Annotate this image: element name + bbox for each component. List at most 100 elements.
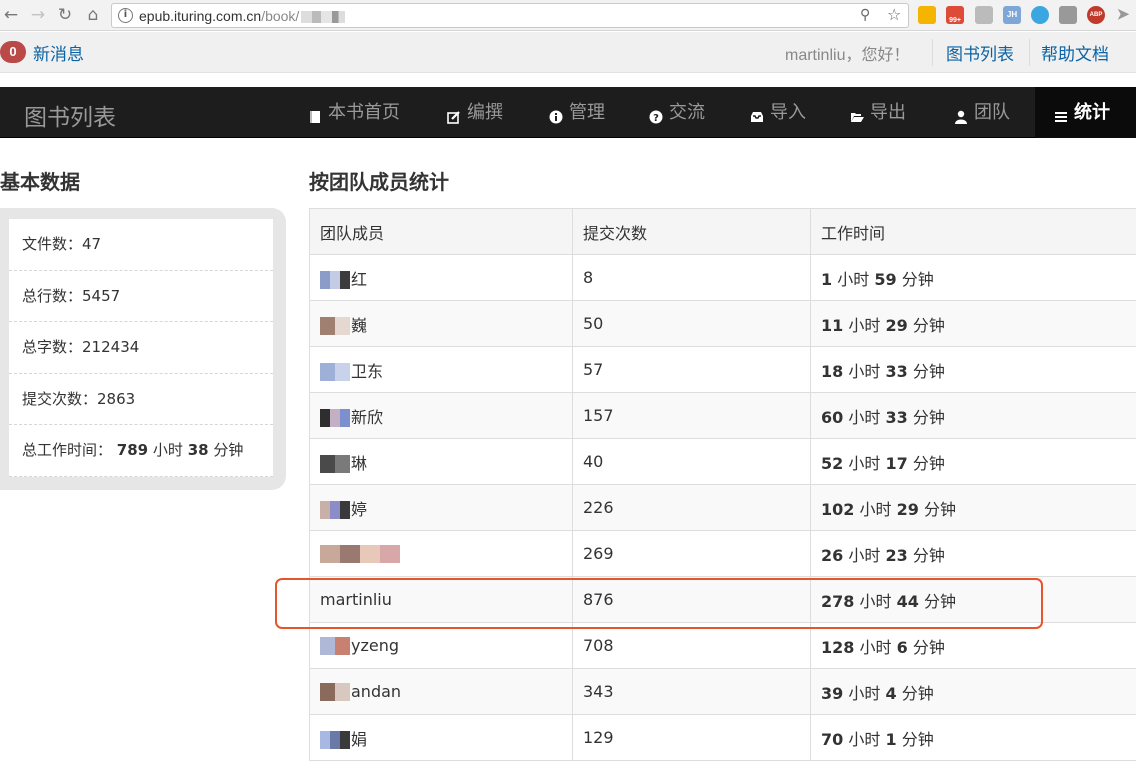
nav-stats[interactable]: 统计	[1035, 87, 1136, 138]
column-header: 团队成员	[309, 208, 573, 255]
commits-cell: 876	[572, 576, 811, 623]
redacted-name-blur	[320, 409, 350, 427]
table-row: 卫东 57 18 小时 33 分钟	[309, 346, 1136, 393]
help-docs-link[interactable]: 帮助文档	[1041, 40, 1109, 65]
member-cell: 娟	[309, 714, 573, 761]
commits-cell: 226	[572, 484, 811, 531]
basic-stats-list: 文件数：47 总行数：5457 总字数：212434 提交次数：2863 总工作…	[9, 219, 273, 477]
star-icon[interactable]: ☆	[887, 5, 901, 24]
arrow-left-icon[interactable]: ←	[0, 4, 22, 26]
nav-export[interactable]: 导出	[850, 87, 906, 138]
nav-label: 团队	[974, 102, 1010, 123]
zoom-icon[interactable]: ⚲	[860, 7, 870, 23]
member-cell: andan	[309, 668, 573, 715]
user-greeting: martinliu，您好！	[785, 47, 910, 64]
nav-team[interactable]: 团队	[954, 87, 1010, 138]
member-cell: martinliu	[309, 576, 573, 623]
member-cell: 红	[309, 254, 573, 301]
url-redacted	[301, 11, 346, 24]
user-icon	[954, 110, 968, 124]
worktime-cell: 1 小时 59 分钟	[810, 254, 1136, 301]
member-name: andan	[351, 681, 402, 701]
extension-icon[interactable]	[1059, 6, 1077, 24]
extension-icon[interactable]	[975, 6, 993, 24]
extension-jh-icon[interactable]: JH	[1003, 6, 1021, 24]
commits-cell: 708	[572, 622, 811, 669]
worktime-cell: 11 小时 29 分钟	[810, 300, 1136, 347]
nav-discuss[interactable]: ? 交流	[649, 87, 705, 138]
stat-worktime: 总工作时间： 789 小时 38 分钟	[9, 425, 273, 477]
folder-open-icon	[850, 110, 864, 124]
member-name: 新欣	[351, 407, 384, 427]
column-header: 工作时间	[810, 208, 1136, 255]
table-row: 新欣 157 60 小时 33 分钟	[309, 392, 1136, 439]
worktime-cell: 26 小时 23 分钟	[810, 530, 1136, 577]
member-name: 巍	[351, 315, 368, 335]
book-list-link[interactable]: 图书列表	[946, 40, 1014, 65]
nav-manage[interactable]: 管理	[549, 87, 605, 138]
address-bar[interactable]: i epub.ituring.com.cn/book/ ⚲ ☆	[111, 3, 909, 28]
redacted-name-blur	[320, 545, 400, 564]
nav-label: 交流	[669, 102, 705, 123]
member-name: martinliu	[320, 590, 392, 609]
redacted-name-blur	[320, 317, 350, 335]
commits-cell: 157	[572, 392, 811, 439]
extension-icon[interactable]	[918, 6, 936, 24]
member-cell: 琳	[309, 438, 573, 485]
arrow-right-icon[interactable]: →	[27, 4, 49, 26]
redacted-name-blur	[320, 637, 350, 656]
team-stats-table: 团队成员 提交次数 工作时间 红 81 小时 59 分钟巍 50 11 小时 29 分…	[309, 208, 1136, 761]
basic-data-title: 基本数据	[0, 170, 80, 194]
messages-link[interactable]: 新消息	[33, 40, 84, 65]
member-cell: 巍	[309, 300, 573, 347]
message-count-badge[interactable]: 0	[0, 41, 26, 63]
divider	[932, 39, 933, 66]
member-name: 琳	[351, 453, 368, 473]
nav-book-home[interactable]: 本书首页	[308, 87, 400, 138]
member-name: yzeng	[351, 635, 400, 655]
svg-text:?: ?	[653, 113, 659, 124]
adblock-icon[interactable]: ABP	[1087, 6, 1105, 24]
brand-link[interactable]: 图书列表	[24, 98, 116, 132]
nav-label: 统计	[1074, 102, 1110, 123]
commits-cell: 57	[572, 346, 811, 393]
divider	[1029, 39, 1030, 66]
table-header-row: 团队成员 提交次数 工作时间	[309, 208, 1136, 255]
extension-icon[interactable]	[1031, 6, 1049, 24]
stat-lines: 总行数：5457	[9, 271, 273, 323]
nav-label: 编撰	[467, 102, 503, 123]
browser-toolbar: ← → ↻ ⌂ i epub.ituring.com.cn/book/ ⚲ ☆ …	[0, 0, 1136, 31]
nav-import[interactable]: 导入	[750, 87, 806, 138]
nav-label: 导出	[870, 102, 906, 123]
home-icon[interactable]: ⌂	[82, 4, 104, 26]
table-row: 娟 129 70 小时 1 分钟	[309, 714, 1136, 761]
member-cell: 卫东	[309, 346, 573, 393]
member-name: 婷	[351, 499, 368, 519]
reload-icon[interactable]: ↻	[54, 4, 76, 26]
info-icon[interactable]: i	[118, 8, 133, 23]
worktime-cell: 70 小时 1 分钟	[810, 714, 1136, 761]
url-path: /book/	[261, 8, 300, 24]
member-name: 娟	[351, 729, 368, 749]
stat-files: 文件数：47	[9, 219, 273, 271]
send-icon[interactable]: ➤	[1114, 6, 1132, 24]
main-navbar: 图书列表 本书首页 编撰 管理 ? 交流 导入 导出 团队 统计	[0, 87, 1136, 138]
url-host: epub.ituring.com.cn	[139, 8, 262, 24]
redacted-name-blur	[320, 271, 350, 289]
table-row: martinliu 876 278 小时 44 分钟	[309, 576, 1136, 623]
user-bar: 0 新消息 martinliu，您好！ 图书列表 帮助文档	[0, 32, 1136, 73]
redacted-name-blur	[320, 501, 350, 519]
extension-badge-icon[interactable]: 99+	[946, 6, 964, 24]
info-icon	[549, 110, 563, 124]
edit-icon	[447, 110, 461, 124]
commits-cell: 269	[572, 530, 811, 577]
redacted-name-blur	[320, 731, 350, 749]
worktime-cell: 128 小时 6 分钟	[810, 622, 1136, 669]
inbox-icon	[750, 110, 764, 124]
commits-cell: 50	[572, 300, 811, 347]
table-row: 婷 226 102 小时 29 分钟	[309, 484, 1136, 531]
column-header: 提交次数	[572, 208, 811, 255]
member-cell: 新欣	[309, 392, 573, 439]
nav-label: 导入	[770, 102, 806, 123]
nav-edit[interactable]: 编撰	[447, 87, 503, 138]
